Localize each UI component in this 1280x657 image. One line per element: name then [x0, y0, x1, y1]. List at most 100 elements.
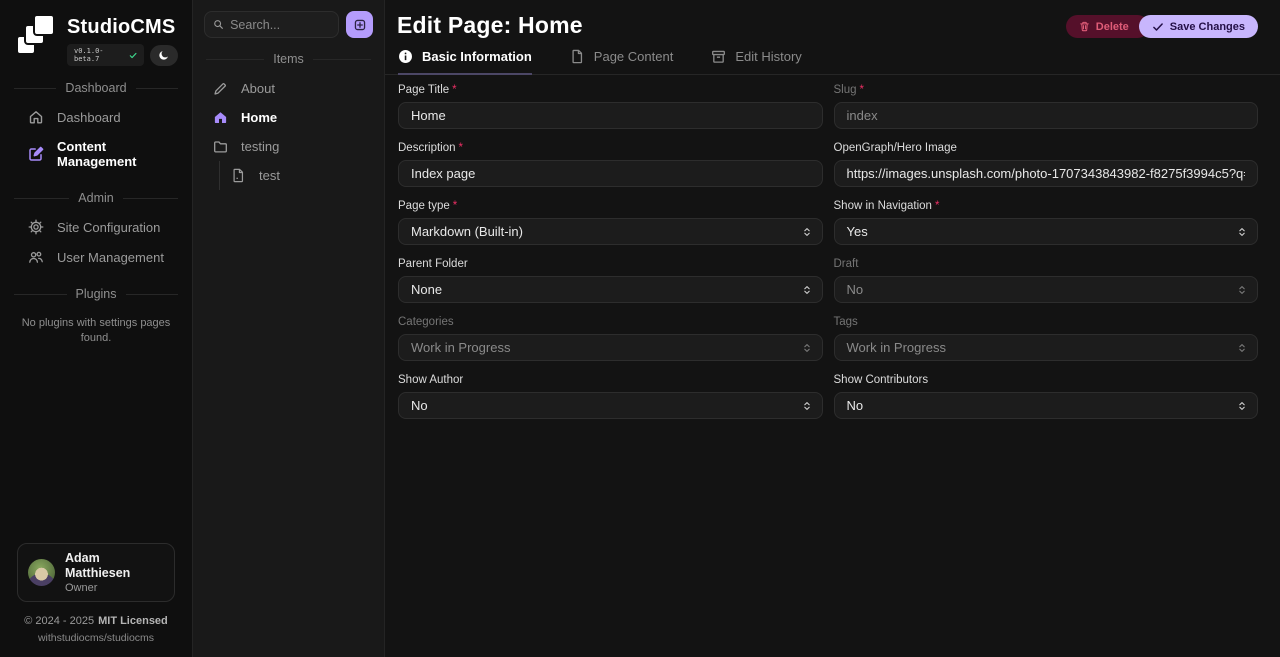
page-item-about[interactable]: About: [204, 74, 373, 103]
repo-link[interactable]: withstudiocms/studiocms: [38, 632, 154, 644]
chevron-updown-icon: [1237, 226, 1247, 238]
select-value: Yes: [847, 224, 868, 239]
pencil-icon: [213, 81, 228, 96]
required-marker: *: [452, 84, 456, 96]
tab-label: Page Content: [594, 49, 674, 64]
page-item-label: Home: [241, 110, 277, 125]
select-value: No: [411, 398, 428, 413]
page-item-label: test: [259, 168, 280, 183]
home-icon: [28, 109, 44, 125]
description-label: Description*: [398, 142, 823, 154]
select-value: No: [847, 398, 864, 413]
categories-select: Work in Progress: [398, 334, 823, 361]
search-box: [204, 11, 339, 38]
select-value: No: [847, 282, 864, 297]
edit-page-form: Page Title* Description* Page type* Mark…: [385, 75, 1280, 432]
select-value: Work in Progress: [847, 340, 946, 355]
required-marker: *: [935, 200, 939, 212]
show-contributors-select[interactable]: No: [834, 392, 1259, 419]
page-type-select[interactable]: Markdown (Built-in): [398, 218, 823, 245]
sidebar: StudioCMS v0.1.0-beta.7 Dashboard Dashbo…: [0, 0, 193, 657]
version-badge: v0.1.0-beta.7: [67, 44, 144, 66]
tab-basic-information[interactable]: Basic Information: [398, 49, 532, 75]
page-item-test[interactable]: test: [220, 161, 373, 190]
required-marker: *: [459, 142, 463, 154]
app-logo-row: StudioCMS v0.1.0-beta.7: [0, 14, 192, 66]
dark-mode-toggle[interactable]: [150, 45, 178, 66]
edit-icon: [28, 146, 44, 162]
user-role: Owner: [65, 582, 164, 594]
tab-page-content[interactable]: Page Content: [570, 49, 674, 75]
slug-input: [834, 102, 1259, 129]
home-icon: [213, 110, 228, 125]
hero-image-input[interactable]: [834, 160, 1259, 187]
delete-button[interactable]: Delete: [1066, 15, 1149, 38]
chevron-updown-icon: [1237, 400, 1247, 412]
copyright-text: © 2024 - 2025: [24, 615, 94, 627]
tags-label: Tags: [834, 316, 1259, 328]
show-author-select[interactable]: No: [398, 392, 823, 419]
select-value: None: [411, 282, 442, 297]
hero-image-label: OpenGraph/Hero Image: [834, 142, 1259, 154]
folder-icon: [213, 139, 228, 154]
tags-select: Work in Progress: [834, 334, 1259, 361]
tab-edit-history[interactable]: Edit History: [711, 49, 801, 75]
search-input[interactable]: [230, 18, 330, 32]
folder-item-label: testing: [241, 139, 279, 154]
page-type-label: Page type*: [398, 200, 823, 212]
folder-item-testing[interactable]: testing: [204, 132, 373, 161]
sidebar-item-dashboard[interactable]: Dashboard: [0, 102, 192, 132]
page-title: Edit Page: Home: [397, 12, 583, 39]
select-value: Markdown (Built-in): [411, 224, 523, 239]
user-card[interactable]: Adam Matthiesen Owner: [17, 543, 175, 602]
sidebar-item-label: User Management: [57, 250, 164, 265]
slug-label: Slug*: [834, 84, 1259, 96]
avatar: [28, 559, 55, 586]
studiocms-logo-icon: [16, 14, 56, 56]
user-name: Adam Matthiesen: [65, 551, 164, 582]
sidebar-item-content-management[interactable]: Content Management: [0, 132, 192, 176]
tab-bar: Basic Information Page Content Edit Hist…: [385, 39, 1280, 75]
section-label-plugins: Plugins: [14, 287, 178, 301]
parent-folder-select[interactable]: None: [398, 276, 823, 303]
sidebar-item-site-configuration[interactable]: Site Configuration: [0, 212, 192, 242]
tab-label: Edit History: [735, 49, 801, 64]
sidebar-item-user-management[interactable]: User Management: [0, 242, 192, 272]
required-marker: *: [860, 84, 864, 96]
chevron-updown-icon: [802, 284, 812, 296]
required-marker: *: [453, 200, 457, 212]
save-changes-button[interactable]: Save Changes: [1139, 15, 1258, 38]
app-title: StudioCMS: [67, 16, 178, 39]
description-input[interactable]: [398, 160, 823, 187]
search-icon: [213, 18, 224, 31]
page-title-label: Page Title*: [398, 84, 823, 96]
select-value: Work in Progress: [411, 340, 510, 355]
no-plugins-message: No plugins with settings pages found.: [0, 308, 192, 354]
parent-folder-label: Parent Folder: [398, 258, 823, 270]
sidebar-item-label: Content Management: [57, 139, 178, 169]
show-contributors-label: Show Contributors: [834, 374, 1259, 386]
chevron-updown-icon: [1237, 284, 1247, 296]
items-panel: Items About Home testing test: [193, 0, 385, 657]
draft-select: No: [834, 276, 1259, 303]
section-label-dashboard: Dashboard: [14, 81, 178, 95]
page-item-label: About: [241, 81, 275, 96]
section-label-items: Items: [206, 52, 371, 66]
show-author-label: Show Author: [398, 374, 823, 386]
chevron-updown-icon: [802, 400, 812, 412]
check-icon: [129, 51, 137, 60]
tab-label: Basic Information: [422, 49, 532, 64]
add-page-button[interactable]: [346, 11, 373, 38]
main-content: Edit Page: Home Delete Save Changes Basi…: [385, 0, 1280, 657]
save-button-label: Save Changes: [1170, 21, 1245, 33]
gear-icon: [28, 219, 44, 235]
sidebar-item-label: Dashboard: [57, 110, 121, 125]
page-item-home[interactable]: Home: [204, 103, 373, 132]
delete-button-label: Delete: [1096, 21, 1129, 33]
page-title-input[interactable]: [398, 102, 823, 129]
show-in-navigation-select[interactable]: Yes: [834, 218, 1259, 245]
moon-icon: [158, 49, 170, 61]
chevron-updown-icon: [802, 342, 812, 354]
show-in-navigation-label: Show in Navigation*: [834, 200, 1259, 212]
license-text: MIT Licensed: [98, 615, 168, 627]
